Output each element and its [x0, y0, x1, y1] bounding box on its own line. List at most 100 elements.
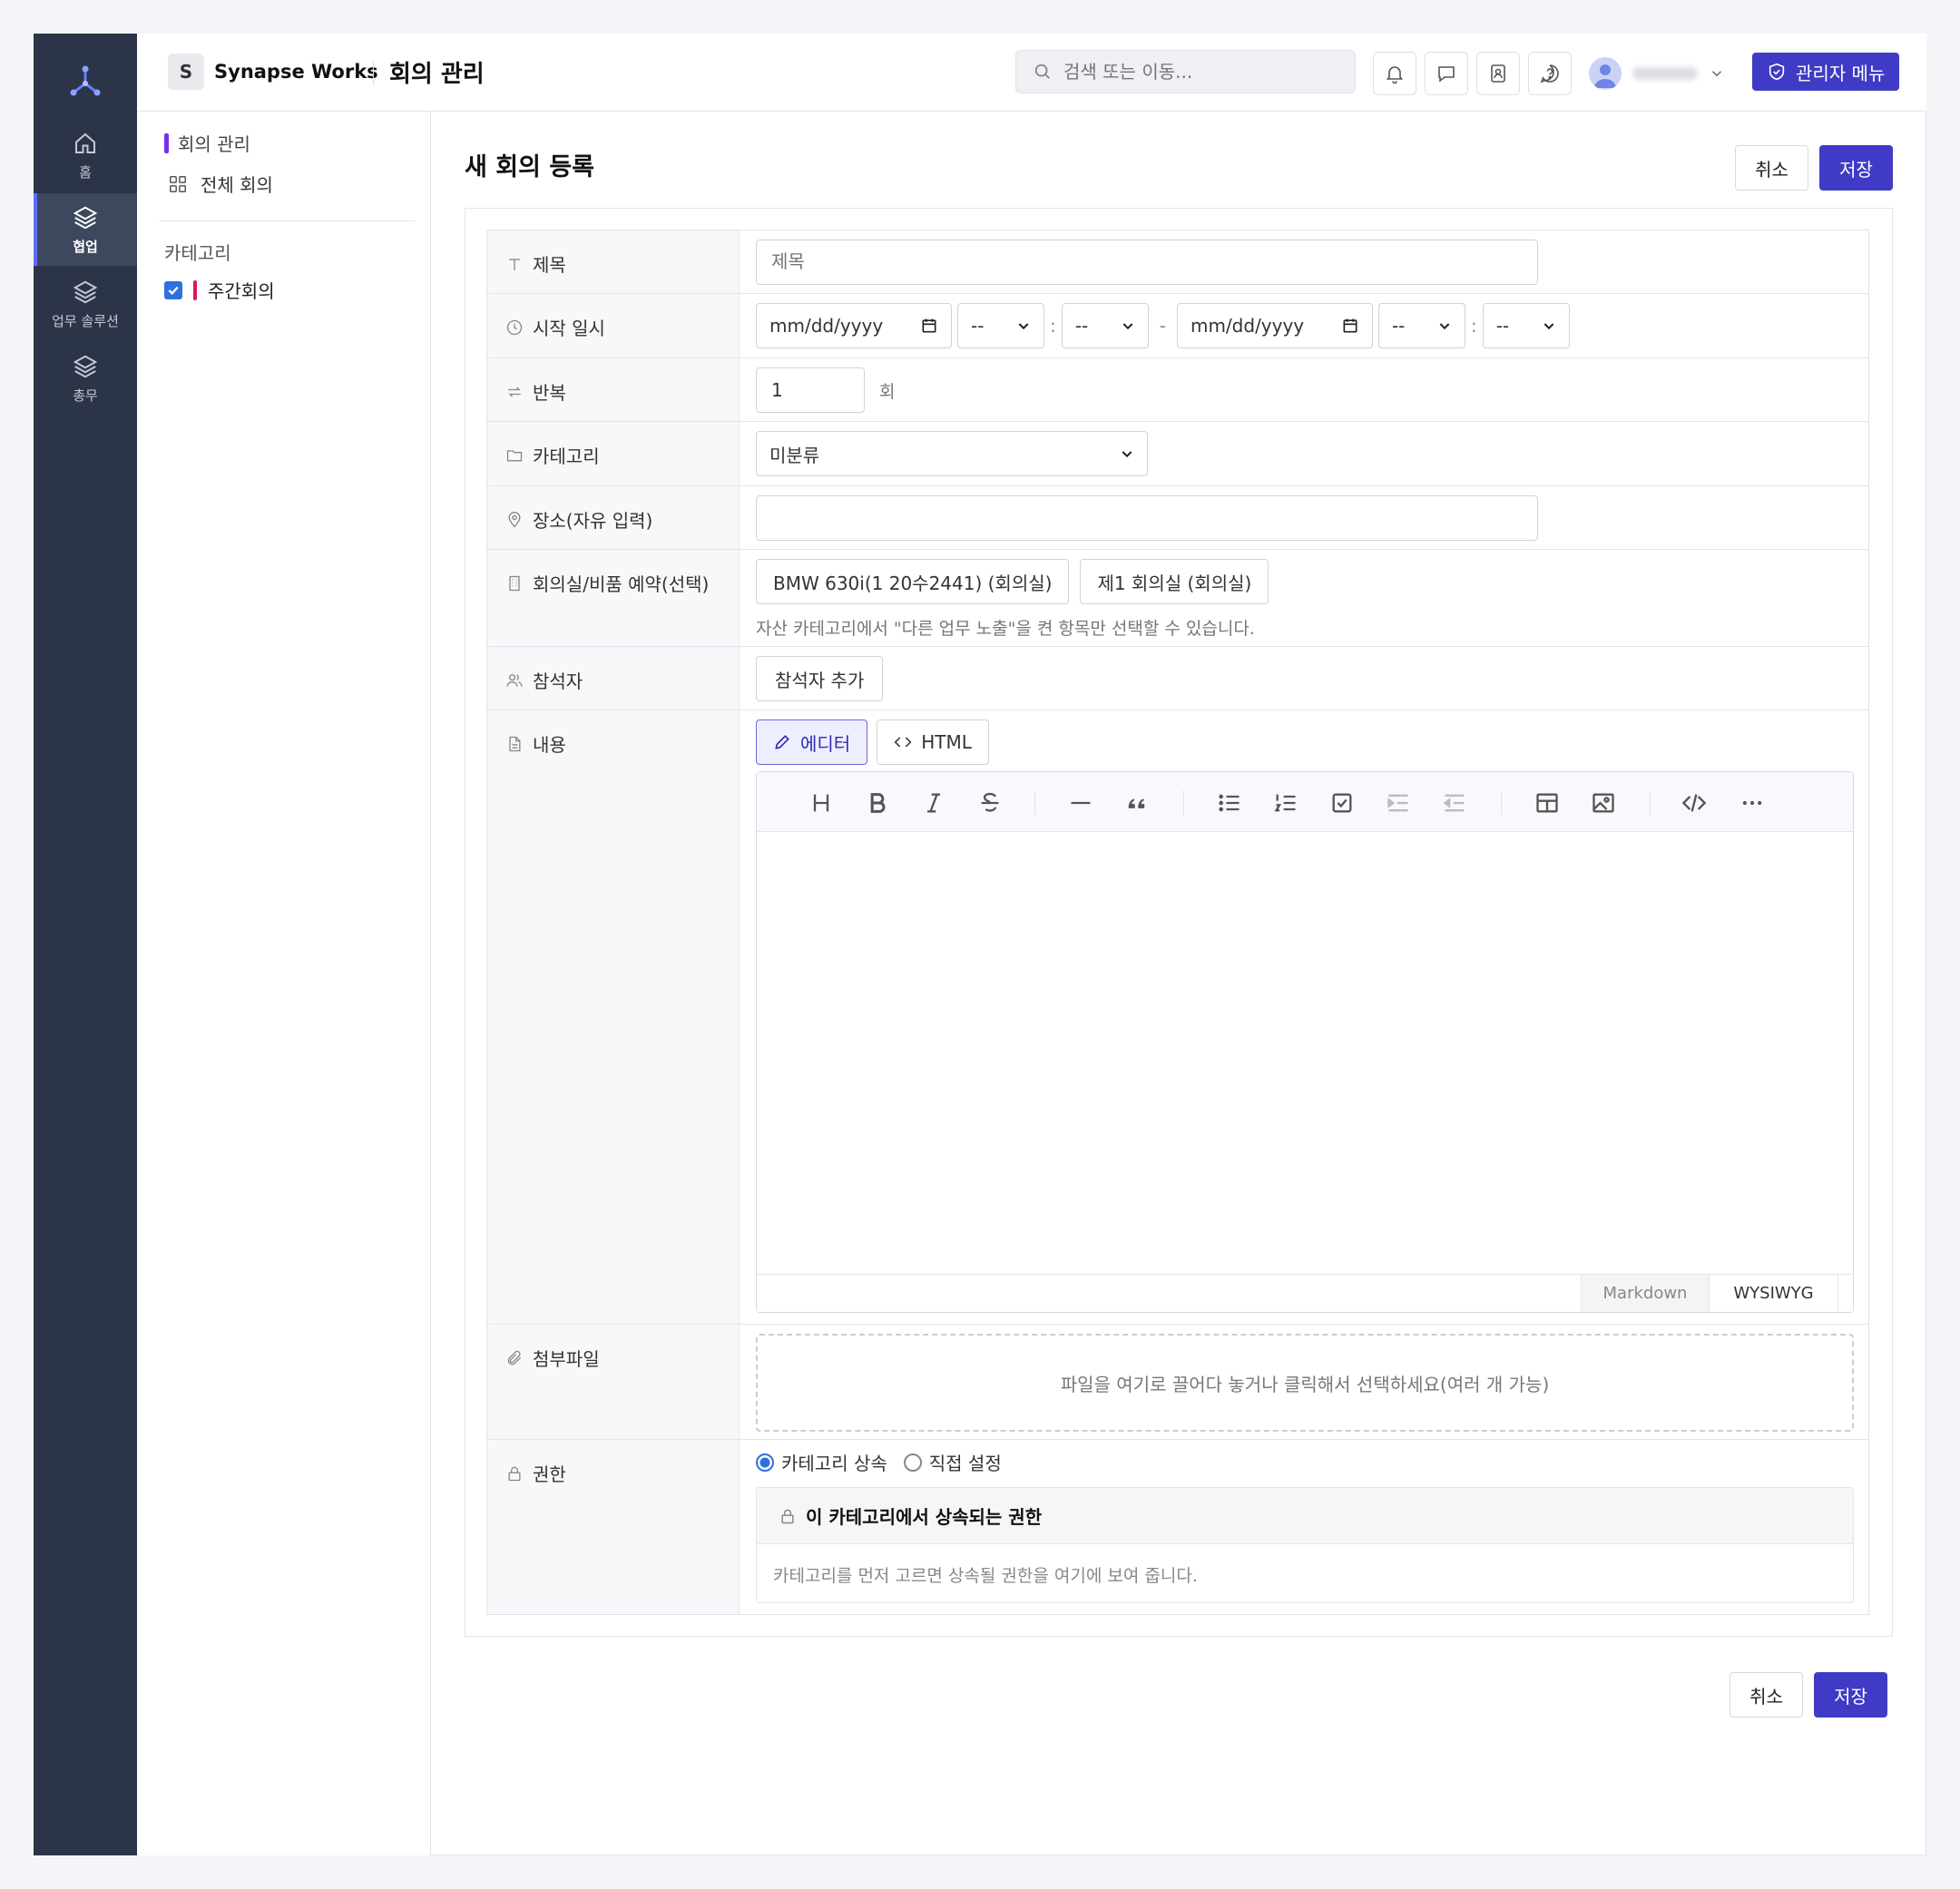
- rail-item-collab[interactable]: 협업: [34, 193, 137, 266]
- inherited-permission-header: 이 카테고리에서 상속되는 권한: [757, 1488, 1853, 1544]
- user-menu[interactable]: [1589, 54, 1725, 93]
- task-list-button[interactable]: [1328, 788, 1357, 817]
- check-icon: [168, 286, 179, 295]
- permission-direct-radio[interactable]: 직접 설정: [903, 1449, 1002, 1475]
- chevron-down-icon: [1711, 71, 1722, 77]
- table-button[interactable]: [1533, 788, 1562, 817]
- add-attendee-button[interactable]: 참석자 추가: [756, 656, 884, 701]
- admin-menu-label: 관리자 메뉴: [1796, 62, 1886, 84]
- strikethrough-button[interactable]: [975, 788, 1004, 817]
- tab-html[interactable]: HTML: [877, 719, 989, 765]
- wysiwyg-mode-tab[interactable]: WYSIWYG: [1710, 1275, 1838, 1312]
- field-label-cell: 제목: [487, 230, 740, 293]
- tab-editor[interactable]: 에디터: [756, 719, 868, 765]
- messages-button[interactable]: [1425, 52, 1468, 95]
- bell-icon: [1386, 66, 1404, 84]
- place-label: 장소(자유 입력): [533, 510, 653, 532]
- clock-icon: [506, 319, 523, 335]
- category-item-weekly[interactable]: 주간회의: [164, 277, 275, 303]
- folder-icon: [506, 449, 523, 461]
- user-avatar-icon: [1594, 64, 1616, 88]
- end-date-input[interactable]: mm/dd/yyyy: [1176, 303, 1373, 348]
- indent-button[interactable]: [1384, 788, 1413, 817]
- rail-item-home[interactable]: 홈: [34, 119, 137, 191]
- sidebar-item-all-meetings[interactable]: 전체 회의: [168, 171, 273, 197]
- permission-inherit-radio[interactable]: 카테고리 상속: [756, 1449, 887, 1475]
- notification-button[interactable]: [1373, 52, 1416, 95]
- end-hour-value: --: [1391, 315, 1406, 337]
- category-selected-value: 미분류: [769, 444, 820, 466]
- chevron-down-icon: [1544, 323, 1554, 330]
- end-minute-select[interactable]: --: [1482, 303, 1570, 348]
- row-start-datetime: 시작 일시 mm/dd/yyyy -- : -- - mm/dd/yyyy --…: [487, 294, 1868, 358]
- bold-icon: [870, 793, 886, 813]
- radio-selected: [756, 1453, 774, 1472]
- footer-cancel-button[interactable]: 취소: [1730, 1672, 1803, 1718]
- field-label-cell: 시작 일시: [487, 294, 740, 357]
- more-button[interactable]: [1738, 788, 1767, 817]
- help-button[interactable]: [1528, 52, 1572, 95]
- row-place: 장소(자유 입력): [487, 486, 1868, 550]
- search-box[interactable]: [1015, 50, 1356, 93]
- end-hour-select[interactable]: --: [1377, 303, 1465, 348]
- app-logo[interactable]: [34, 50, 137, 113]
- italic-icon: [927, 793, 940, 813]
- chat-icon: [1438, 66, 1455, 83]
- heading-button[interactable]: [807, 788, 836, 817]
- rail-item-general-affairs[interactable]: 총무: [34, 342, 137, 415]
- start-hour-select[interactable]: --: [957, 303, 1044, 348]
- bold-button[interactable]: [863, 788, 892, 817]
- brand-name[interactable]: Synapse Works: [214, 61, 378, 83]
- category-heading: 카테고리: [164, 242, 231, 264]
- save-button[interactable]: 저장: [1819, 145, 1893, 191]
- room-option-bmw[interactable]: BMW 630i(1 20수2441) (회의실): [756, 559, 1070, 604]
- field-label-cell: 권한: [487, 1440, 740, 1614]
- brand-initial[interactable]: S: [168, 54, 204, 90]
- category-checkbox[interactable]: [164, 280, 182, 299]
- row-content: 내용 에디터 HTML Markdown WYSIWYG: [487, 710, 1868, 1325]
- start-minute-select[interactable]: --: [1061, 303, 1149, 348]
- sub-section-title[interactable]: 회의 관리: [164, 130, 250, 156]
- code-block-button[interactable]: [1680, 788, 1709, 817]
- pencil-icon: [775, 735, 789, 749]
- quote-button[interactable]: [1122, 788, 1152, 817]
- horizontal-rule-button[interactable]: [1066, 788, 1095, 817]
- image-button[interactable]: [1589, 788, 1618, 817]
- editor-content-area[interactable]: [757, 833, 1853, 1275]
- divider: [159, 220, 415, 221]
- start-date-input[interactable]: mm/dd/yyyy: [756, 303, 952, 348]
- contacts-button[interactable]: [1476, 52, 1520, 95]
- italic-button[interactable]: [919, 788, 948, 817]
- search-input[interactable]: [1063, 61, 1336, 83]
- document-icon: [509, 736, 521, 751]
- avatar: [1589, 57, 1622, 90]
- heading-icon: [813, 794, 829, 812]
- cancel-button[interactable]: 취소: [1735, 145, 1808, 191]
- markdown-mode-tab[interactable]: Markdown: [1581, 1275, 1710, 1312]
- inherited-permission-text: 카테고리를 먼저 고르면 상속될 권한을 여기에 보여 줍니다.: [773, 1566, 1198, 1586]
- ordered-list-button[interactable]: [1271, 788, 1300, 817]
- more-horizontal-icon: [1742, 800, 1762, 806]
- category-select[interactable]: 미분류: [756, 431, 1148, 476]
- permission-direct-label: 직접 설정: [928, 1453, 1002, 1474]
- place-input[interactable]: [756, 495, 1538, 541]
- start-label: 시작 일시: [533, 318, 605, 339]
- sub-sidebar: 회의 관리 전체 회의 카테고리 주간회의: [137, 112, 431, 1855]
- bullet-list-icon: [1219, 794, 1240, 812]
- room-option-conference-1[interactable]: 제1 회의실 (회의실): [1080, 559, 1269, 604]
- admin-menu-button[interactable]: 관리자 메뉴: [1752, 53, 1900, 91]
- bullet-list-button[interactable]: [1215, 788, 1244, 817]
- rail-item-work-solution[interactable]: 업무 솔루션: [34, 268, 137, 340]
- time-colon: :: [1050, 315, 1056, 337]
- outdent-button[interactable]: [1440, 788, 1469, 817]
- top-header: S Synapse Works 회의 관리 관리자 메뉴: [137, 34, 1926, 112]
- grid-icon: [170, 175, 186, 192]
- end-minute-value: --: [1495, 315, 1510, 337]
- title-input[interactable]: [756, 240, 1538, 285]
- file-drop-zone[interactable]: 파일을 여기로 끌어다 놓거나 클릭해서 선택하세요(여러 개 가능): [756, 1334, 1854, 1432]
- footer-save-button[interactable]: 저장: [1814, 1672, 1887, 1718]
- rich-text-editor: Markdown WYSIWYG: [756, 771, 1854, 1313]
- calendar-icon: [1343, 318, 1357, 333]
- repeat-count-input[interactable]: 1: [756, 367, 865, 413]
- start-date-value: mm/dd/yyyy: [769, 315, 884, 337]
